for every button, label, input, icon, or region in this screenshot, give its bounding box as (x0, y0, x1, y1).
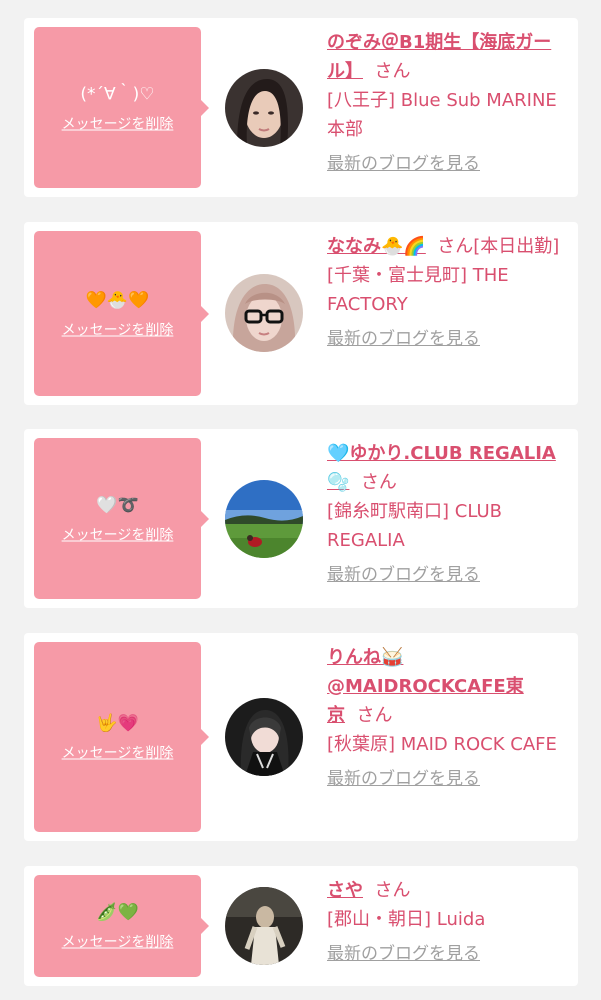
favorite-card: 🫛💚 メッセージを削除 さや さん [郡山・朝日] Luida 最新のブログを見… (24, 866, 578, 986)
favorite-card: 🤟💗 メッセージを削除 りんね🥁@MAIDROCKCAFE東京 さん [秋葉原]… (24, 633, 578, 841)
avatar[interactable] (225, 698, 303, 776)
view-blog-link[interactable]: 最新のブログを見る (327, 327, 567, 351)
name-link[interactable]: さや (327, 880, 363, 901)
delete-message-link[interactable]: メッセージを削除 (62, 526, 174, 544)
entry-info: ななみ🐣🌈 さん[本日出勤] [千葉・富士見町] THE FACTORY 最新の… (327, 232, 567, 351)
shop-label: [秋葉原] MAID ROCK CAFE (327, 734, 557, 755)
avatar[interactable] (225, 480, 303, 558)
avatar[interactable] (225, 69, 303, 147)
name-link[interactable]: ななみ🐣🌈 (327, 236, 426, 257)
san-label: さん (360, 472, 397, 493)
delete-message-link[interactable]: メッセージを削除 (62, 321, 174, 339)
entry-info: りんね🥁@MAIDROCKCAFE東京 さん [秋葉原] MAID ROCK C… (327, 643, 567, 791)
message-text: (*´∀｀)♡ (80, 84, 155, 104)
view-blog-link[interactable]: 最新のブログを見る (327, 563, 567, 587)
entry-info: さや さん [郡山・朝日] Luida 最新のブログを見る (327, 876, 567, 966)
entry-info: 🩵ゆかり.CLUB REGALIA🫧 さん [錦糸町駅南口] CLUB REGA… (327, 439, 567, 587)
shop-label: [錦糸町駅南口] CLUB REGALIA (327, 501, 502, 551)
name-link[interactable]: のぞみ＠B1期生【海底ガール】 (327, 32, 551, 82)
delete-message-link[interactable]: メッセージを削除 (62, 745, 174, 763)
san-label: さん (437, 236, 474, 257)
message-box: 🫛💚 メッセージを削除 (34, 875, 209, 977)
favorite-card: 🤍➰ メッセージを削除 🩵ゆかり.CLUB REGALIA🫧 さん [錦糸町駅南… (24, 429, 578, 608)
avatar[interactable] (225, 274, 303, 352)
view-blog-link[interactable]: 最新のブログを見る (327, 152, 567, 176)
message-box: 🧡🐣🧡 メッセージを削除 (34, 231, 209, 396)
view-blog-link[interactable]: 最新のブログを見る (327, 767, 567, 791)
san-label: さん (374, 61, 411, 82)
shop-label: [郡山・朝日] Luida (327, 909, 486, 930)
favorite-card: (*´∀｀)♡ メッセージを削除 のぞみ＠B1期生【海底ガール】 さん [八王子… (24, 18, 578, 197)
message-text: 🫛💚 (96, 902, 139, 923)
message-box: 🤟💗 メッセージを削除 (34, 642, 209, 832)
entry-info: のぞみ＠B1期生【海底ガール】 さん [八王子] Blue Sub MARINE… (327, 28, 567, 176)
delete-message-link[interactable]: メッセージを削除 (62, 934, 174, 952)
message-text: 🤟💗 (96, 713, 139, 734)
message-box: (*´∀｀)♡ メッセージを削除 (34, 27, 209, 188)
san-label: さん (356, 705, 393, 726)
favorite-card: 🧡🐣🧡 メッセージを削除 ななみ🐣🌈 さん[本日出勤] [千葉・富士見町] TH… (24, 222, 578, 405)
shop-label: [千葉・富士見町] THE FACTORY (327, 265, 509, 315)
message-text: 🧡🐣🧡 (85, 290, 150, 310)
message-text: 🤍➰ (96, 495, 139, 515)
delete-message-link[interactable]: メッセージを削除 (62, 115, 174, 133)
san-label: さん (374, 880, 411, 901)
view-blog-link[interactable]: 最新のブログを見る (327, 942, 567, 966)
shop-label: [八王子] Blue Sub MARINE 本部 (327, 90, 557, 140)
message-box: 🤍➰ メッセージを削除 (34, 438, 209, 599)
name-suffix: [本日出勤] (473, 236, 560, 257)
avatar[interactable] (225, 887, 303, 965)
